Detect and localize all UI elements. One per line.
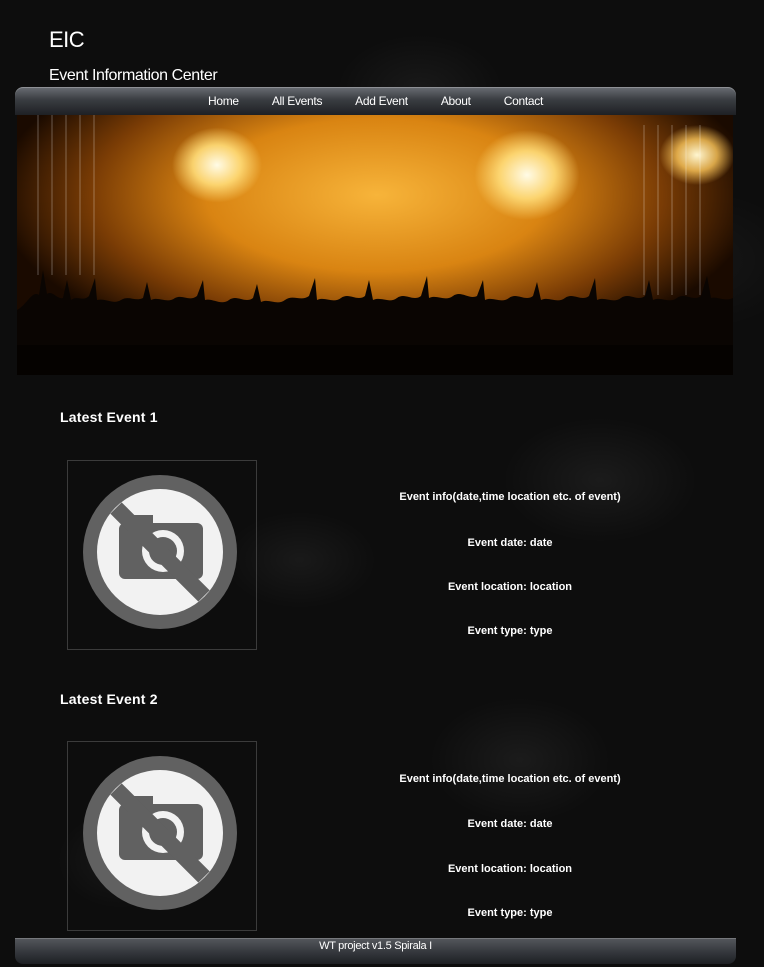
event-2-info: Event info(date,time location etc. of ev…	[360, 773, 660, 923]
nav-all-events-link[interactable]: All Events	[272, 94, 323, 108]
event-2-image	[67, 741, 257, 931]
site-title: EIC	[49, 27, 85, 52]
event-2-date: Event date: date	[467, 818, 553, 830]
nav-about-link[interactable]: About	[441, 94, 471, 108]
nav-contact-link[interactable]: Contact	[504, 94, 544, 108]
no-photo-icon	[83, 475, 237, 629]
site-subtitle: Event Information Center	[49, 67, 218, 84]
event-2-type: Event type: type	[467, 907, 553, 919]
event-1-info: Event info(date,time location etc. of ev…	[360, 491, 660, 641]
event-1-location: Event location: location	[447, 581, 573, 593]
hero-concert-image	[17, 115, 733, 375]
nav-home-link[interactable]: Home	[208, 94, 239, 108]
event-2-heading: Latest Event 2	[60, 691, 158, 707]
event-2-info-text: Event info(date,time location etc. of ev…	[399, 773, 621, 785]
event-1-date: Event date: date	[467, 537, 553, 549]
no-photo-icon	[83, 756, 237, 910]
event-1-heading: Latest Event 1	[60, 409, 158, 425]
main-nav: Home All Events Add Event About Contact	[15, 87, 736, 115]
event-2-location: Event location: location	[447, 863, 573, 875]
event-1-info-text: Event info(date,time location etc. of ev…	[399, 491, 621, 503]
event-1-image	[67, 460, 257, 650]
nav-add-event-link[interactable]: Add Event	[355, 94, 408, 108]
footer: WT project v1.5 Spirala I	[15, 938, 736, 964]
event-1-type: Event type: type	[467, 625, 553, 637]
